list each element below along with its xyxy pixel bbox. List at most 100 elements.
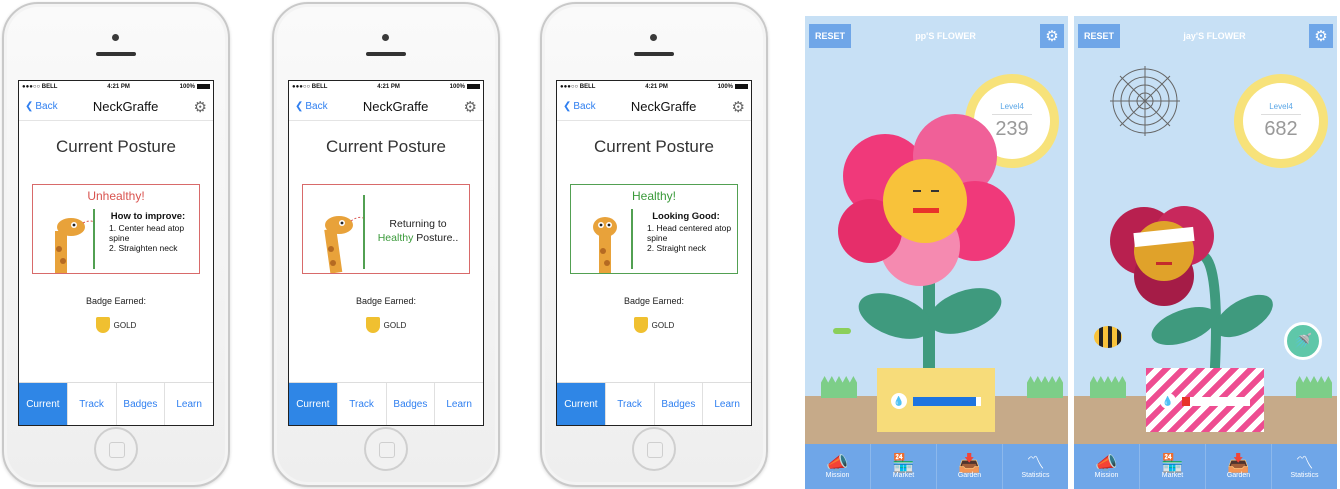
badge: GOLD xyxy=(19,317,213,333)
battery-indicator: 100% xyxy=(450,83,480,90)
watering-can-button[interactable]: 🚿 xyxy=(1284,322,1322,360)
nav-bar: ❮ Back NeckGraffe ⚙ xyxy=(289,93,483,121)
store-icon: 🏪 xyxy=(892,453,915,473)
nav-statistics[interactable]: 〽 Statistics xyxy=(1271,444,1337,489)
improvement-tips: How to improve: 1. Center head atop spin… xyxy=(99,211,197,253)
tab-badges[interactable]: Badges xyxy=(115,383,165,425)
clock: 4:21 PM xyxy=(645,84,668,90)
level-badge: Level4 682 xyxy=(1234,74,1328,168)
nav-market[interactable]: 🏪 Market xyxy=(870,444,936,489)
caterpillar-icon xyxy=(833,328,851,334)
posture-message: Returning to Healthy Posture.. xyxy=(377,218,459,244)
back-button[interactable]: ❮ Back xyxy=(25,101,58,112)
giraffe-illustration xyxy=(593,217,617,273)
tab-badges[interactable]: Badges xyxy=(385,383,435,425)
back-button[interactable]: ❮ Back xyxy=(563,101,596,112)
nav-market[interactable]: 🏪 Market xyxy=(1139,444,1205,489)
nav-mission[interactable]: 📣 Mission xyxy=(1074,444,1139,489)
tab-track[interactable]: Track xyxy=(66,383,116,425)
bee-icon xyxy=(1094,326,1122,348)
chart-line-icon: 〽 xyxy=(1026,453,1045,473)
settings-button[interactable]: ⚙ xyxy=(1040,24,1064,48)
reset-button[interactable]: RESET xyxy=(809,24,852,48)
tab-learn[interactable]: Learn xyxy=(164,383,213,425)
watering-can-icon: 🚿 xyxy=(1293,333,1313,350)
nav-bar: ❮ Back NeckGraffe ⚙ xyxy=(557,93,751,121)
page-title: Current Posture xyxy=(326,137,446,156)
phone-frame-1: ●●●○○ BELL 4:21 PM 100% ❮ Back NeckGraffe… xyxy=(2,2,230,487)
grass xyxy=(1027,376,1063,398)
posture-status: Unhealthy! xyxy=(87,189,145,203)
flower-pot: 💧 xyxy=(877,368,995,432)
megaphone-icon: 📣 xyxy=(826,453,849,473)
flower-title: pp'S FLOWER xyxy=(915,31,976,41)
tab-track[interactable]: Track xyxy=(336,383,386,425)
chevron-left-icon: ❮ xyxy=(295,101,304,112)
camera xyxy=(650,34,657,41)
speaker xyxy=(366,52,406,56)
chart-line-icon: 〽 xyxy=(1295,453,1314,473)
tab-track[interactable]: Track xyxy=(604,383,654,425)
app-title: NeckGraffe xyxy=(92,99,159,114)
badge-label: Badge Earned: xyxy=(623,296,685,306)
posture-card: Unhealthy! How to improve: 1. Center hea… xyxy=(32,184,200,274)
gear-icon[interactable]: ⚙ xyxy=(194,98,207,116)
speaker xyxy=(96,52,136,56)
status-bar: ●●●○○ BELL 4:21 PM 100% xyxy=(557,81,751,93)
posture-status: Healthy! xyxy=(631,189,677,203)
chevron-left-icon: ❮ xyxy=(563,101,572,112)
carrier: ●●●○○ BELL xyxy=(22,84,58,90)
wilted-flower-illustration xyxy=(1110,206,1273,386)
phone-screen: ●●●○○ BELL 4:21 PM 100% ❮ Back NeckGraffe… xyxy=(18,80,214,426)
home-button[interactable] xyxy=(632,427,676,471)
water-drop-icon: 💧 xyxy=(891,393,907,409)
nav-bar: ❮ Back NeckGraffe ⚙ xyxy=(19,93,213,121)
battery-indicator: 100% xyxy=(180,83,210,90)
settings-button[interactable]: ⚙ xyxy=(1308,24,1333,48)
tray-icon: 📥 xyxy=(958,453,981,473)
giraffe-illustration xyxy=(55,218,95,273)
home-button[interactable] xyxy=(364,427,408,471)
nav-statistics[interactable]: 〽 Statistics xyxy=(1002,444,1068,489)
battery-indicator: 100% xyxy=(718,83,748,90)
megaphone-icon: 📣 xyxy=(1095,453,1118,473)
tab-current[interactable]: Current xyxy=(19,383,67,425)
badge: GOLD xyxy=(557,317,751,333)
water-track xyxy=(1182,396,1250,406)
battery-icon xyxy=(467,83,480,89)
water-drop-icon: 💧 xyxy=(1160,393,1176,409)
badge: GOLD xyxy=(289,317,483,333)
store-icon: 🏪 xyxy=(1161,453,1184,473)
shield-icon xyxy=(365,317,380,333)
water-fill xyxy=(913,396,976,406)
gear-icon[interactable]: ⚙ xyxy=(464,98,477,116)
phone-frame-2: ●●●○○ BELL 4:21 PM 100% ❮ Back NeckGraffe… xyxy=(272,2,500,487)
gear-icon[interactable]: ⚙ xyxy=(732,98,745,116)
tab-current[interactable]: Current xyxy=(289,383,337,425)
nav-mission[interactable]: 📣 Mission xyxy=(805,444,870,489)
tab-current[interactable]: Current xyxy=(557,383,605,425)
tab-bar: Current Track Badges Learn xyxy=(289,382,483,425)
tab-badges[interactable]: Badges xyxy=(653,383,703,425)
gear-icon: ⚙ xyxy=(1314,28,1328,45)
reset-button[interactable]: RESET xyxy=(1078,24,1121,48)
flower-title: jay'S FLOWER xyxy=(1183,31,1246,41)
nav-garden[interactable]: 📥 Garden xyxy=(936,444,1002,489)
spine-line xyxy=(363,195,365,269)
tab-learn[interactable]: Learn xyxy=(702,383,751,425)
speaker xyxy=(634,52,674,56)
flower-screen-2: RESET jay'S FLOWER ⚙ Level4 682 🚿 💧 📣 Mi… xyxy=(1074,16,1337,489)
tab-learn[interactable]: Learn xyxy=(434,383,483,425)
phone-screen: ●●●○○ BELL 4:21 PM 100% ❮ Back NeckGraffe… xyxy=(288,80,484,426)
phone-screen: ●●●○○ BELL 4:21 PM 100% ❮ Back NeckGraffe… xyxy=(556,80,752,426)
points-value: 682 xyxy=(1264,117,1298,140)
giraffe-illustration xyxy=(324,216,365,273)
back-button[interactable]: ❮ Back xyxy=(295,101,328,112)
posture-card: Returning to Healthy Posture.. xyxy=(302,184,470,274)
spine-line xyxy=(631,209,633,269)
water-meter: 💧 xyxy=(1160,393,1250,409)
phone-frame-3: ●●●○○ BELL 4:21 PM 100% ❮ Back NeckGraffe… xyxy=(540,2,768,487)
nav-garden[interactable]: 📥 Garden xyxy=(1205,444,1271,489)
home-button[interactable] xyxy=(94,427,138,471)
level-label: Level4 xyxy=(1269,101,1293,111)
